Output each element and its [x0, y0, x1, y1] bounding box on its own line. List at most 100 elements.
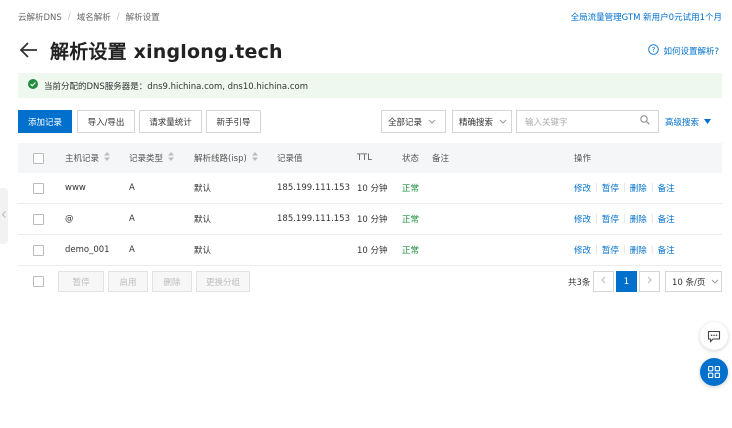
cell-status: 正常 — [402, 246, 420, 256]
cell-type: A — [129, 245, 135, 255]
column-line[interactable]: 解析线路(isp) — [194, 143, 258, 173]
svg-text:?: ? — [652, 46, 656, 54]
row-checkbox[interactable] — [33, 204, 44, 234]
dns-records-table: 主机记录 记录类型 解析线路(isp) 记录值 TTL 状态 备注 操作 www… — [18, 143, 722, 266]
search-mode-select[interactable]: 精确搜索 — [452, 110, 512, 133]
column-status: 状态 — [402, 154, 420, 164]
action-separator: | — [650, 245, 654, 255]
edit-link[interactable]: 修改 — [574, 213, 591, 225]
add-record-button[interactable]: 添加记录 — [18, 110, 72, 133]
newbie-guide-button[interactable]: 新手引导 — [206, 110, 261, 133]
action-separator: | — [622, 183, 626, 193]
import-export-button[interactable]: 导入/导出 — [77, 110, 135, 133]
cell-ttl: 10 分钟 — [357, 246, 388, 256]
edit-link[interactable]: 修改 — [574, 182, 591, 194]
breadcrumb-item-dns[interactable]: 云解析DNS — [18, 11, 62, 23]
search-icon[interactable] — [640, 115, 650, 128]
help-link-label: 如何设置解析? — [663, 47, 719, 57]
cell-ttl: 10 分钟 — [357, 184, 388, 194]
column-type[interactable]: 记录类型 — [129, 143, 175, 173]
pause-link[interactable]: 暂停 — [602, 244, 619, 256]
sort-icon[interactable] — [251, 152, 258, 164]
table-footer: 暂停 启用 删除 更换分组 共3条 1 10 条/页 — [18, 268, 722, 298]
cell-line: 默认 — [194, 215, 212, 225]
table-row: demo_001 A 默认 10 分钟 正常 修改 | 暂停 | 删除 | 备注 — [18, 235, 722, 266]
title-row: 解析设置 xinglong.tech — [18, 36, 283, 64]
advanced-search-button[interactable]: 高级搜索 — [665, 110, 712, 133]
total-count: 共3条 — [568, 277, 591, 288]
bulk-select-checkbox[interactable] — [33, 271, 44, 292]
cell-value: 185.199.111.153 — [277, 183, 351, 193]
cell-host: @ — [65, 214, 74, 224]
delete-link[interactable]: 删除 — [630, 213, 647, 225]
action-separator: | — [595, 183, 598, 193]
action-separator: | — [595, 245, 598, 255]
delete-link[interactable]: 删除 — [630, 182, 647, 194]
column-ttl: TTL — [357, 153, 372, 163]
pause-link[interactable]: 暂停 — [602, 182, 619, 194]
row-actions: 修改 | 暂停 | 删除 | 备注 — [574, 235, 675, 265]
search-mode-value: 精确搜索 — [459, 117, 494, 128]
search-input[interactable]: 输入关键字 — [516, 110, 659, 133]
edit-link[interactable]: 修改 — [574, 244, 591, 256]
table-row: www A 默认 185.199.111.153 10 分钟 正常 修改 | 暂停… — [18, 173, 722, 204]
cell-type: A — [129, 214, 135, 224]
promo-link[interactable]: 全局流量管理GTM 新用户0元试用1个月 — [571, 11, 722, 23]
check-circle-icon — [28, 79, 38, 92]
page-1-button[interactable]: 1 — [616, 271, 637, 292]
toolbar: 添加记录 导入/导出 请求量统计 新手引导 全部记录 精确搜索 输入关键字 高级… — [18, 110, 722, 134]
next-page-button[interactable] — [639, 271, 660, 292]
breadcrumb: 云解析DNS / 域名解析 / 解析设置 — [18, 11, 160, 23]
notice-text: 当前分配的DNS服务器是：dns9.hichina.com, dns10.hic… — [44, 81, 308, 92]
request-stats-button[interactable]: 请求量统计 — [139, 110, 202, 133]
sort-icon[interactable] — [168, 152, 175, 164]
cell-line: 默认 — [194, 246, 212, 256]
column-host[interactable]: 主机记录 — [65, 143, 111, 173]
record-filter-select[interactable]: 全部记录 — [381, 110, 446, 133]
bulk-enable-button[interactable]: 启用 — [108, 271, 148, 292]
help-link[interactable]: ? 如何设置解析? — [648, 44, 719, 58]
column-host-label: 主机记录 — [65, 154, 100, 164]
chevron-down-icon — [499, 117, 507, 127]
row-checkbox[interactable] — [33, 173, 44, 203]
delete-link[interactable]: 删除 — [630, 244, 647, 256]
apps-grid-icon[interactable] — [700, 358, 728, 386]
table-row: @ A 默认 185.199.111.153 10 分钟 正常 修改 | 暂停 | … — [18, 204, 722, 235]
chat-bubble-icon[interactable] — [700, 322, 728, 350]
chevron-right-icon — [647, 276, 652, 287]
column-line-label: 解析线路(isp) — [194, 154, 247, 164]
top-bar: 云解析DNS / 域名解析 / 解析设置 全局流量管理GTM 新用户0元试用1个… — [0, 0, 732, 32]
bulk-pause-button[interactable]: 暂停 — [58, 271, 104, 292]
action-separator: | — [622, 245, 626, 255]
chevron-left-icon — [601, 276, 606, 287]
row-checkbox[interactable] — [33, 235, 44, 265]
bulk-delete-button[interactable]: 删除 — [152, 271, 192, 292]
pause-link[interactable]: 暂停 — [602, 213, 619, 225]
page-size-select[interactable]: 10 条/页 — [665, 271, 722, 292]
arrow-left-icon[interactable] — [18, 39, 40, 61]
remark-link[interactable]: 备注 — [658, 213, 675, 225]
page-title: 解析设置 xinglong.tech — [50, 40, 283, 63]
action-separator: | — [650, 183, 654, 193]
prev-page-button[interactable] — [593, 271, 614, 292]
record-filter-value: 全部记录 — [388, 117, 423, 128]
cell-line: 默认 — [194, 184, 212, 194]
breadcrumb-item-current: 解析设置 — [125, 13, 160, 23]
page-size-value: 10 条/页 — [672, 277, 706, 288]
breadcrumb-separator: / — [116, 12, 120, 22]
breadcrumb-separator: / — [67, 12, 71, 22]
sidebar-toggle-handle[interactable] — [0, 188, 8, 244]
select-all-checkbox[interactable] — [33, 143, 44, 173]
remark-link[interactable]: 备注 — [658, 244, 675, 256]
search-placeholder: 输入关键字 — [525, 117, 568, 128]
breadcrumb-item-domain[interactable]: 域名解析 — [77, 11, 111, 23]
sort-icon[interactable] — [104, 152, 111, 164]
cell-host: demo_001 — [65, 245, 110, 255]
table-header: 主机记录 记录类型 解析线路(isp) 记录值 TTL 状态 备注 操作 — [18, 143, 722, 173]
column-actions: 操作 — [574, 154, 592, 164]
change-group-button[interactable]: 更换分组 — [196, 271, 250, 292]
question-circle-icon: ? — [648, 44, 660, 58]
remark-link[interactable]: 备注 — [658, 182, 675, 194]
cell-status: 正常 — [402, 215, 420, 225]
column-remark: 备注 — [432, 154, 450, 164]
